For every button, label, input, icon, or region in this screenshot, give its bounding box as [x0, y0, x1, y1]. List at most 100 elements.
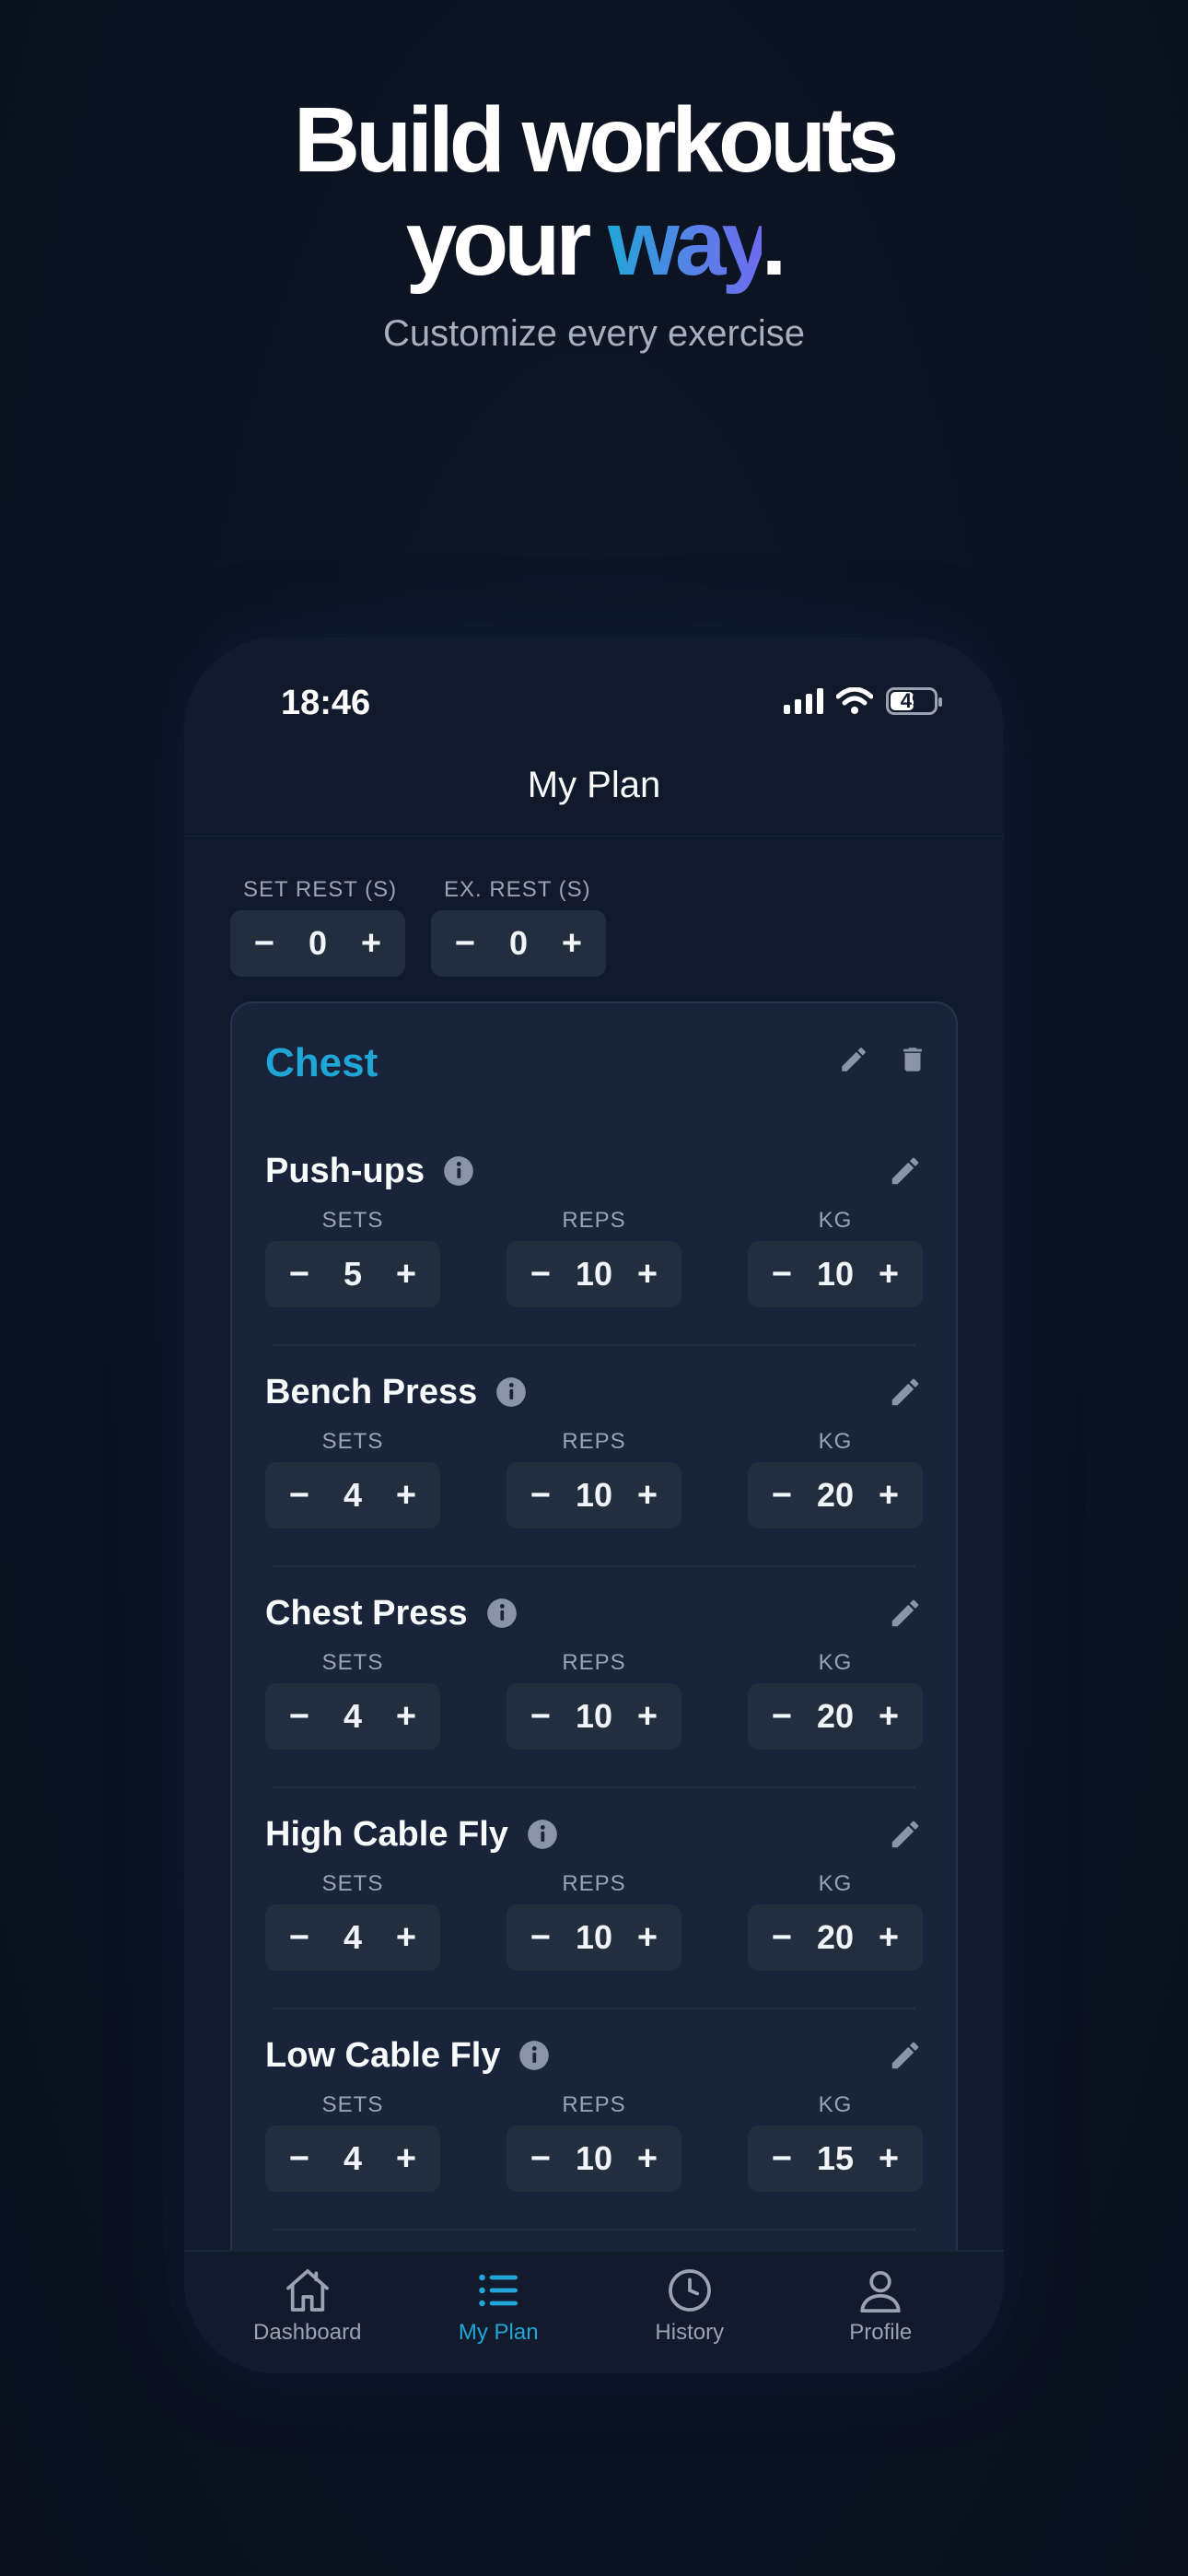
- kg-label: KG: [818, 1650, 853, 1675]
- sets-increment-button[interactable]: +: [392, 1478, 420, 1513]
- kg-increment-button[interactable]: +: [875, 1699, 903, 1734]
- reps-decrement-button[interactable]: −: [527, 1478, 554, 1513]
- reps-label: REPS: [562, 1871, 626, 1896]
- screen: Build workouts your way. Customize every…: [0, 0, 1188, 2576]
- kg-decrement-button[interactable]: −: [768, 1478, 796, 1513]
- sets-control: SETS − 4 +: [265, 1650, 440, 1750]
- reps-control: REPS − 10 +: [507, 1650, 681, 1750]
- sets-label: SETS: [321, 1871, 384, 1896]
- kg-stepper: − 20 +: [748, 1904, 923, 1971]
- cellular-signal-icon: [784, 688, 823, 714]
- kg-value: 15: [816, 2139, 855, 2177]
- kg-increment-button[interactable]: +: [875, 2141, 903, 2176]
- battery-icon: 49: [886, 687, 942, 715]
- kg-decrement-button[interactable]: −: [768, 1920, 796, 1955]
- info-icon[interactable]: [494, 1375, 529, 1410]
- reps-decrement-button[interactable]: −: [527, 2141, 554, 2176]
- reps-decrement-button[interactable]: −: [527, 1699, 554, 1734]
- sets-increment-button[interactable]: +: [392, 2141, 420, 2176]
- tab-my-plan[interactable]: My Plan: [411, 2252, 586, 2373]
- edit-exercise-pencil-icon[interactable]: [888, 1596, 923, 1631]
- sets-stepper: − 4 +: [265, 1683, 440, 1750]
- sets-increment-button[interactable]: +: [392, 1257, 420, 1292]
- reps-increment-button[interactable]: +: [634, 1699, 661, 1734]
- battery-level: 49: [900, 689, 924, 712]
- status-time: 18:46: [281, 684, 371, 722]
- sets-increment-button[interactable]: +: [392, 1920, 420, 1955]
- set-rest-decrement-button[interactable]: −: [250, 926, 278, 961]
- hero-title-accent: way: [608, 192, 766, 295]
- clock-icon: [668, 2269, 711, 2312]
- sets-label: SETS: [321, 1429, 384, 1454]
- set-rest-label: SET REST (S): [243, 877, 398, 902]
- sets-decrement-button[interactable]: −: [285, 2141, 313, 2176]
- tab-profile[interactable]: Profile: [793, 2252, 968, 2373]
- info-icon[interactable]: [484, 1596, 519, 1631]
- reps-increment-button[interactable]: +: [634, 1478, 661, 1513]
- reps-value: 10: [575, 1255, 613, 1293]
- kg-stepper: − 20 +: [748, 1462, 923, 1528]
- hero-title-line-1: Build workouts: [293, 88, 899, 192]
- reps-stepper: − 10 +: [507, 2125, 681, 2192]
- hero: Build workouts your way. Customize every…: [0, 88, 1188, 355]
- sets-decrement-button[interactable]: −: [285, 1257, 313, 1292]
- reps-control: REPS − 10 +: [507, 1429, 681, 1528]
- reps-label: REPS: [562, 1429, 626, 1454]
- kg-control: KG − 20 +: [748, 1871, 923, 1971]
- reps-value: 10: [575, 1918, 613, 1956]
- sets-increment-button[interactable]: +: [392, 1699, 420, 1734]
- kg-increment-button[interactable]: +: [875, 1257, 903, 1292]
- kg-label: KG: [818, 1429, 853, 1454]
- exercise-rest-value: 0: [508, 924, 529, 962]
- reps-label: REPS: [562, 1208, 626, 1233]
- kg-value: 10: [816, 1255, 855, 1293]
- home-icon: [285, 2269, 329, 2312]
- rest-settings: SET REST (S) − 0 + EX. REST (S) − 0 +: [230, 877, 606, 977]
- info-icon[interactable]: [441, 1153, 476, 1188]
- exercise-rest-increment-button[interactable]: +: [558, 926, 586, 961]
- reps-value: 10: [575, 1697, 613, 1735]
- kg-control: KG − 15 +: [748, 2092, 923, 2192]
- person-icon: [860, 2271, 901, 2313]
- reps-stepper: − 10 +: [507, 1904, 681, 1971]
- group-header: Chest: [232, 1003, 956, 1123]
- tab-history[interactable]: History: [602, 2252, 777, 2373]
- reps-increment-button[interactable]: +: [634, 1920, 661, 1955]
- sets-decrement-button[interactable]: −: [285, 1478, 313, 1513]
- delete-group-trash-icon[interactable]: [897, 1044, 928, 1075]
- reps-decrement-button[interactable]: −: [527, 1920, 554, 1955]
- sets-decrement-button[interactable]: −: [285, 1920, 313, 1955]
- kg-label: KG: [818, 1871, 853, 1896]
- sets-control: SETS − 4 +: [265, 1429, 440, 1528]
- kg-control: KG − 10 +: [748, 1208, 923, 1307]
- kg-label: KG: [818, 2092, 853, 2117]
- sets-value: 4: [343, 1918, 363, 1956]
- kg-increment-button[interactable]: +: [875, 1478, 903, 1513]
- exercise-rest-decrement-button[interactable]: −: [451, 926, 479, 961]
- info-icon[interactable]: [517, 2038, 552, 2073]
- reps-increment-button[interactable]: +: [634, 1257, 661, 1292]
- tab-dashboard[interactable]: Dashboard: [220, 2252, 395, 2373]
- info-icon[interactable]: [525, 1817, 560, 1852]
- edit-exercise-pencil-icon[interactable]: [888, 2038, 923, 2073]
- exercise-rest: EX. REST (S) − 0 +: [431, 877, 606, 977]
- kg-decrement-button[interactable]: −: [768, 1257, 796, 1292]
- reps-decrement-button[interactable]: −: [527, 1257, 554, 1292]
- reps-control: REPS − 10 +: [507, 1871, 681, 1971]
- kg-decrement-button[interactable]: −: [768, 1699, 796, 1734]
- status-icons: 49: [784, 687, 942, 715]
- set-rest-increment-button[interactable]: +: [357, 926, 385, 961]
- edit-exercise-pencil-icon[interactable]: [888, 1375, 923, 1410]
- hero-title-line-2: your way.: [0, 192, 1188, 295]
- kg-increment-button[interactable]: +: [875, 1920, 903, 1955]
- edit-exercise-pencil-icon[interactable]: [888, 1153, 923, 1188]
- sets-value: 4: [343, 1697, 363, 1735]
- tab-label: My Plan: [458, 2320, 539, 2345]
- edit-group-pencil-icon[interactable]: [838, 1044, 869, 1075]
- reps-label: REPS: [562, 1650, 626, 1675]
- set-rest: SET REST (S) − 0 +: [230, 877, 405, 977]
- sets-decrement-button[interactable]: −: [285, 1699, 313, 1734]
- kg-decrement-button[interactable]: −: [768, 2141, 796, 2176]
- edit-exercise-pencil-icon[interactable]: [888, 1817, 923, 1852]
- reps-increment-button[interactable]: +: [634, 2141, 661, 2176]
